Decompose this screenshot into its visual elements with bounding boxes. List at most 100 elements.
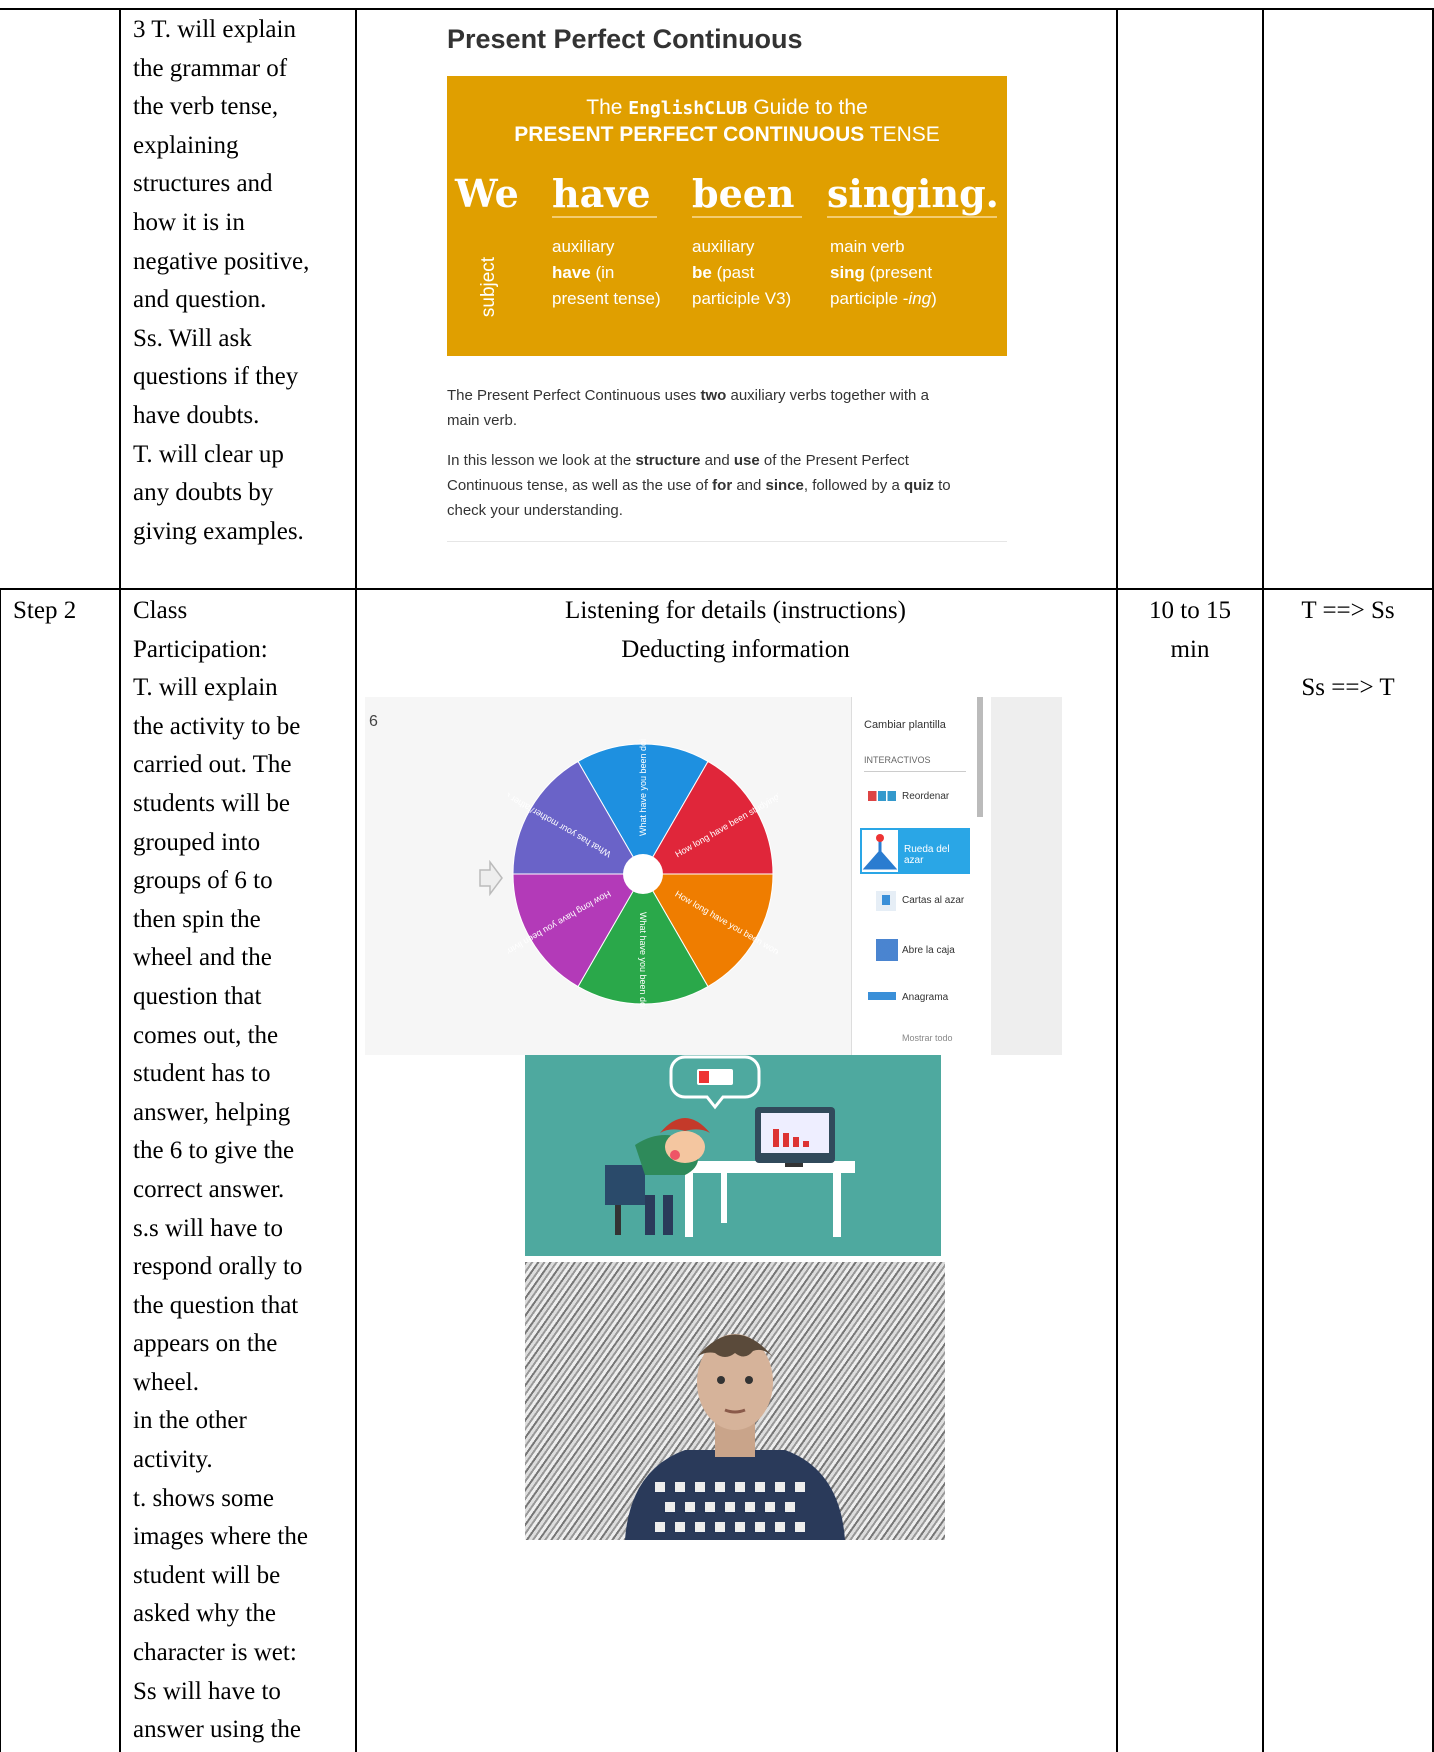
procedure-line: correct answer. (133, 1175, 285, 1203)
underline (692, 216, 802, 218)
procedure-line: the 6 to give the (133, 1137, 295, 1165)
row-divider (0, 588, 1434, 590)
sidebar-item-anagrama[interactable]: Anagrama (862, 982, 966, 1016)
procedure-line: Ss will have to (133, 1677, 281, 1705)
banner-word-have: have (552, 171, 651, 216)
time-value: 10 to 15 (1149, 597, 1231, 624)
procedure-line: in the other (133, 1407, 247, 1435)
change-template-link[interactable]: Cambiar plantilla (864, 719, 946, 731)
underline (827, 216, 997, 218)
procedure-line: carried out. The (133, 751, 292, 779)
procedure-line: comes out, the (133, 1021, 279, 1049)
table-border (355, 9, 357, 1752)
underline (552, 216, 657, 218)
pointer-arrow-icon (478, 859, 504, 901)
sidebar-item-cartas[interactable]: Cartas al azar (862, 885, 966, 919)
lesson-divider (447, 541, 1007, 542)
banner-word-singing: singing. (827, 171, 999, 216)
table-border (1262, 9, 1264, 1752)
procedure-line: s.s will have to (133, 1214, 283, 1242)
subject-label: subject (478, 256, 499, 318)
englishclub-banner: The EnglishCLUB Guide to the PRESENT PER… (447, 76, 1007, 356)
procedure-line: negative positive, (133, 247, 310, 275)
interaction-ss-t: Ss ==> T (1301, 673, 1395, 701)
procedure-line: appears on the (133, 1330, 278, 1358)
procedure-line: any doubts by (133, 479, 274, 507)
sidebar-gray-strip (991, 697, 1062, 1055)
cartas-icon (876, 891, 896, 911)
interaction-cell: T ==> Ss Ss ==> T (1264, 592, 1432, 707)
procedure-line: question that (133, 982, 262, 1010)
lesson-heading: Present Perfect Continuous (447, 24, 803, 54)
procedure-line: how it is in (133, 208, 245, 236)
banner-line1: The EnglishCLUB Guide to the (586, 96, 868, 119)
wheel-center (623, 854, 663, 894)
table-border (1116, 9, 1118, 1752)
time-cell: 10 to 15 min (1118, 592, 1262, 669)
procedure-line: activity. (133, 1446, 213, 1474)
procedure-line: student has to (133, 1060, 271, 1088)
procedure-line: grouped into (133, 828, 261, 856)
procedure-line: Class (133, 597, 188, 624)
procedure-line: respond orally to (133, 1253, 303, 1281)
sidebar-item-rueda-del-azar[interactable]: Rueda del azar (860, 828, 970, 874)
banner-col-have: auxiliary have (in present tense) (552, 237, 661, 308)
table-border (0, 590, 1, 1752)
procedure-cell-row2: Class Participation: T. will explain the ac… (133, 592, 308, 1750)
banner-col-been: auxiliary be (past participle V3) (692, 237, 792, 308)
lesson-paragraph-1: The Present Perfect Continuous uses two … (447, 387, 929, 429)
banner-line2: PRESENT PERFECT CONTINUOUS TENSE (514, 123, 940, 146)
procedure-line: groups of 6 to (133, 867, 273, 895)
sidebar-item-abre-la-caja[interactable]: Abre la caja (862, 935, 966, 969)
rueda-icon (862, 830, 898, 872)
tired-worker-image (525, 1055, 941, 1256)
procedure-cell-row1: 3 T. will explain the grammar of the verb … (133, 11, 309, 551)
procedure-line: wheel and the (133, 944, 272, 972)
procedure-line: character is wet: (133, 1639, 297, 1667)
procedure-line: structures and (133, 170, 273, 198)
show-all-link[interactable]: Mostrar todo (902, 1033, 953, 1043)
table-border-left (119, 9, 121, 1752)
procedure-line: have doubts. (133, 401, 260, 429)
procedure-line: student will be (133, 1561, 281, 1589)
englishclub-logo: EnglishCLUB (628, 98, 748, 119)
procedure-line: questions if they (133, 363, 299, 391)
wet-man-photo (525, 1262, 945, 1540)
procedure-line: the grammar of (133, 54, 288, 82)
procedure-line: Ss. Will ask (133, 324, 252, 352)
procedure-line: asked why the (133, 1600, 277, 1628)
procedure-line: T. will explain (133, 674, 278, 702)
sidebar-item-reordenar[interactable]: Reordenar (862, 781, 966, 815)
banner-col-singing: main verb sing (present participle -ing) (830, 237, 937, 308)
sidebar-divider (864, 771, 966, 772)
procedure-line: t. shows some (133, 1484, 274, 1512)
interaction-t-ss: T ==> Ss (1301, 597, 1395, 624)
skills-cell: Listening for details (instructions) Ded… (357, 592, 1114, 669)
procedure-line: and question. (133, 286, 267, 314)
anagrama-icon (868, 992, 896, 1000)
procedure-line: the verb tense, (133, 93, 279, 121)
procedure-line: answer using the (133, 1716, 302, 1744)
procedure-line: 3 T. will explain (133, 16, 296, 43)
reordenar-icon (868, 791, 896, 801)
banner-word-been: been (692, 171, 795, 216)
procedure-line: students will be (133, 789, 290, 817)
procedure-line: explaining (133, 131, 239, 159)
corner-number: 6 (369, 713, 378, 730)
procedure-line: images where the (133, 1523, 308, 1551)
question-wheel[interactable]: What have you been doing recently? How lo… (508, 739, 778, 1009)
procedure-line: T. will clear up (133, 440, 284, 468)
procedure-line: wheel. (133, 1368, 199, 1396)
skill-deducting: Deducting information (621, 635, 850, 663)
procedure-line: the activity to be (133, 712, 301, 740)
wheel-question-text: What have you been doing lately? (638, 912, 648, 1009)
procedure-line: giving examples. (133, 517, 304, 545)
procedure-line: then spin the (133, 905, 261, 933)
procedure-line: Participation: (133, 635, 268, 663)
scrollbar[interactable] (977, 697, 983, 817)
caja-icon (876, 939, 898, 961)
wheel-question-text: What have you been doing recently? (638, 739, 648, 836)
time-unit: min (1170, 635, 1210, 663)
skill-listening: Listening for details (instructions) (565, 597, 906, 624)
section-label: INTERACTIVOS (864, 755, 931, 765)
